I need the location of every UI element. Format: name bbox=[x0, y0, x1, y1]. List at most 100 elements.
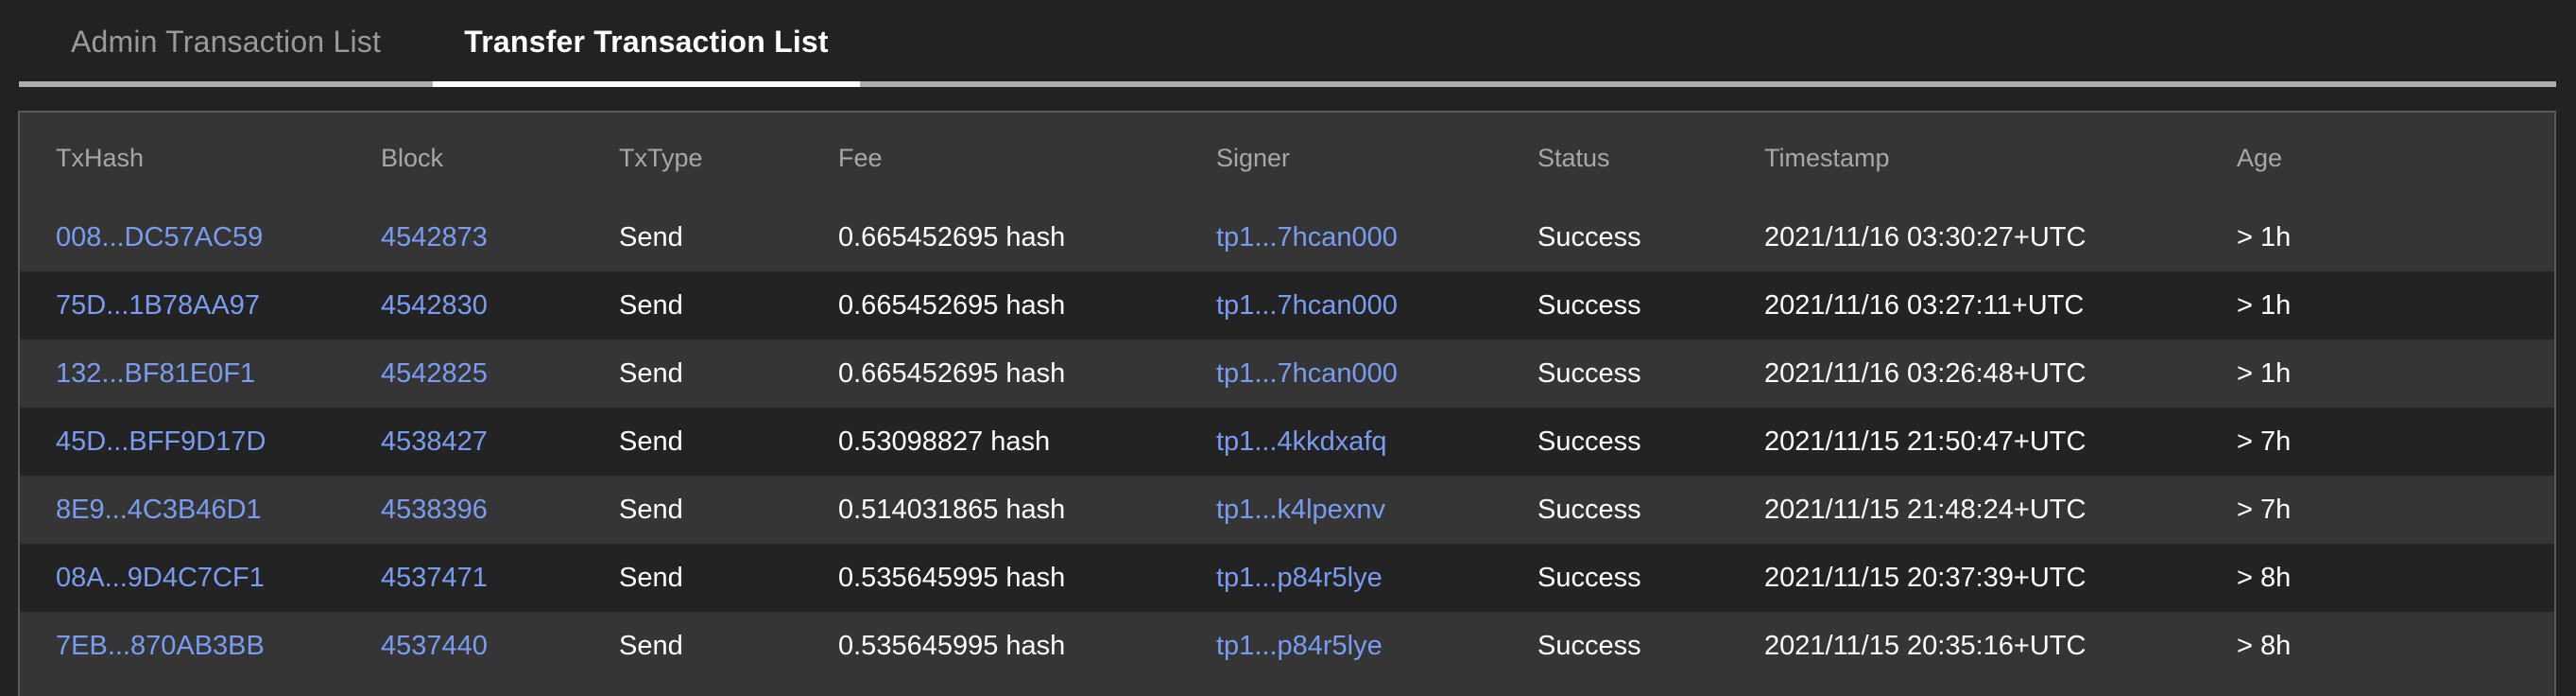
cell-txtype: Send bbox=[619, 630, 683, 661]
block-link[interactable]: 4542825 bbox=[381, 358, 488, 389]
cell-fee: 0.514031865 hash bbox=[838, 494, 1066, 525]
transaction-table-card: TxHash Block TxType Fee Signer Status Ti… bbox=[18, 111, 2556, 696]
cell-block: 4537471 bbox=[381, 544, 619, 612]
cell-block: 4537440 bbox=[381, 612, 619, 680]
txhash-link[interactable]: 8E9...4C3B46D1 bbox=[56, 495, 262, 525]
cell-txtype: Send bbox=[619, 494, 683, 525]
column-header-block[interactable]: Block bbox=[381, 113, 619, 203]
tab-admin-transaction-list-label: Admin Transaction List bbox=[70, 24, 382, 59]
cell-signer: tp1...k4lpexnv bbox=[1216, 476, 1537, 544]
table-header-row: TxHash Block TxType Fee Signer Status Ti… bbox=[20, 113, 2554, 203]
cell-txtype: Send bbox=[619, 562, 683, 593]
table-row[interactable]: 8E9...4C3B46D1 4538396 Send 0.514031865 … bbox=[20, 476, 2554, 544]
cell-timestamp: 2021/11/15 21:48:24+UTC bbox=[1764, 494, 2087, 525]
cell-signer: tp1...7hcan000 bbox=[1216, 339, 1537, 408]
cell-timestamp: 2021/11/16 03:26:48+UTC bbox=[1764, 357, 2087, 389]
cell-age: > 8h bbox=[2237, 562, 2292, 593]
cell-txhash: 45D...BFF9D17D bbox=[20, 408, 381, 476]
table-row[interactable]: 45D...BFF9D17D 4538427 Send 0.53098827 h… bbox=[20, 408, 2554, 476]
cell-txtype: Send bbox=[619, 426, 683, 457]
table-row[interactable]: 132...BF81E0F1 4542825 Send 0.665452695 … bbox=[20, 339, 2554, 408]
cell-status: Success bbox=[1537, 630, 1641, 661]
cell-fee: 0.665452695 hash bbox=[838, 357, 1066, 389]
cell-txhash: 7EB...870AB3BB bbox=[20, 612, 381, 680]
tab-active-indicator bbox=[433, 81, 860, 87]
signer-link[interactable]: tp1...7hcan000 bbox=[1216, 358, 1398, 389]
cell-signer: tp1...4kkdxafq bbox=[1216, 408, 1537, 476]
column-header-timestamp[interactable]: Timestamp bbox=[1764, 113, 2237, 203]
cell-signer: tp1...p84r5lye bbox=[1216, 612, 1537, 680]
cell-txtype: Send bbox=[619, 289, 683, 321]
cell-txhash: 75D...1B78AA97 bbox=[20, 271, 381, 339]
cell-signer: tp1...7hcan000 bbox=[1216, 271, 1537, 339]
cell-status: Success bbox=[1537, 426, 1641, 457]
cell-txhash: 08A...9D4C7CF1 bbox=[20, 544, 381, 612]
cell-age: > 8h bbox=[2237, 630, 2292, 661]
column-header-fee[interactable]: Fee bbox=[838, 113, 1216, 203]
signer-link[interactable]: tp1...4kkdxafq bbox=[1216, 426, 1387, 457]
txhash-link[interactable]: 75D...1B78AA97 bbox=[56, 290, 260, 321]
cell-status: Success bbox=[1537, 357, 1641, 389]
cell-age: > 7h bbox=[2237, 426, 2292, 457]
block-link[interactable]: 4538396 bbox=[381, 495, 488, 525]
cell-timestamp: 2021/11/16 03:27:11+UTC bbox=[1764, 289, 2085, 321]
cell-fee: 0.535645995 hash bbox=[838, 630, 1066, 661]
column-header-status[interactable]: Status bbox=[1537, 113, 1764, 203]
cell-age: > 1h bbox=[2237, 357, 2292, 389]
txhash-link[interactable]: 08A...9D4C7CF1 bbox=[56, 563, 265, 593]
table-row[interactable]: 008...DC57AC59 4542873 Send 0.665452695 … bbox=[20, 203, 2554, 271]
cell-status: Success bbox=[1537, 221, 1641, 252]
cell-timestamp: 2021/11/15 20:35:16+UTC bbox=[1764, 630, 2087, 661]
cell-block: 4538427 bbox=[381, 408, 619, 476]
tab-admin-transaction-list[interactable]: Admin Transaction List bbox=[19, 0, 433, 83]
table-header: TxHash Block TxType Fee Signer Status Ti… bbox=[20, 113, 2554, 203]
cell-age: > 1h bbox=[2237, 221, 2292, 252]
cell-status: Success bbox=[1537, 562, 1641, 593]
signer-link[interactable]: tp1...7hcan000 bbox=[1216, 290, 1398, 321]
cell-timestamp: 2021/11/15 20:37:39+UTC bbox=[1764, 562, 2087, 593]
cell-status: Success bbox=[1537, 289, 1641, 321]
cell-txhash: 8E9...4C3B46D1 bbox=[20, 476, 381, 544]
cell-txtype: Send bbox=[619, 357, 683, 389]
cell-timestamp: 2021/11/16 03:30:27+UTC bbox=[1764, 221, 2087, 252]
txhash-link[interactable]: 008...DC57AC59 bbox=[56, 222, 263, 252]
block-link[interactable]: 4537440 bbox=[381, 631, 488, 661]
table-row[interactable]: 08A...9D4C7CF1 4537471 Send 0.535645995 … bbox=[20, 544, 2554, 612]
tab-bar: Admin Transaction List Transfer Transact… bbox=[0, 0, 2576, 87]
tab-underline-track bbox=[19, 81, 2556, 87]
block-link[interactable]: 4538427 bbox=[381, 426, 488, 457]
signer-link[interactable]: tp1...p84r5lye bbox=[1216, 563, 1382, 593]
tab-transfer-transaction-list[interactable]: Transfer Transaction List bbox=[433, 0, 860, 83]
cell-txtype: Send bbox=[619, 221, 683, 252]
column-header-txtype[interactable]: TxType bbox=[619, 113, 838, 203]
cell-fee: 0.535645995 hash bbox=[838, 562, 1066, 593]
cell-fee: 0.53098827 hash bbox=[838, 426, 1051, 457]
block-link[interactable]: 4537471 bbox=[381, 563, 488, 593]
txhash-link[interactable]: 7EB...870AB3BB bbox=[56, 631, 265, 661]
table-row[interactable]: 75D...1B78AA97 4542830 Send 0.665452695 … bbox=[20, 271, 2554, 339]
tab-transfer-transaction-list-label: Transfer Transaction List bbox=[464, 24, 829, 59]
signer-link[interactable]: tp1...k4lpexnv bbox=[1216, 495, 1385, 525]
block-link[interactable]: 4542830 bbox=[381, 290, 488, 321]
cell-age: > 1h bbox=[2237, 289, 2292, 321]
transaction-list-page: Admin Transaction List Transfer Transact… bbox=[0, 0, 2576, 696]
cell-block: 4542873 bbox=[381, 203, 619, 271]
column-header-txhash[interactable]: TxHash bbox=[20, 113, 381, 203]
cell-txhash: 132...BF81E0F1 bbox=[20, 339, 381, 408]
cell-age: > 7h bbox=[2237, 494, 2292, 525]
column-header-signer[interactable]: Signer bbox=[1216, 113, 1537, 203]
column-header-age[interactable]: Age bbox=[2237, 113, 2554, 203]
cell-block: 4538396 bbox=[381, 476, 619, 544]
cell-txhash: 008...DC57AC59 bbox=[20, 203, 381, 271]
cell-status: Success bbox=[1537, 494, 1641, 525]
table-body: 008...DC57AC59 4542873 Send 0.665452695 … bbox=[20, 203, 2554, 680]
cell-signer: tp1...7hcan000 bbox=[1216, 203, 1537, 271]
signer-link[interactable]: tp1...7hcan000 bbox=[1216, 222, 1398, 252]
signer-link[interactable]: tp1...p84r5lye bbox=[1216, 631, 1382, 661]
txhash-link[interactable]: 132...BF81E0F1 bbox=[56, 358, 255, 389]
cell-block: 4542825 bbox=[381, 339, 619, 408]
table-row[interactable]: 7EB...870AB3BB 4537440 Send 0.535645995 … bbox=[20, 612, 2554, 680]
block-link[interactable]: 4542873 bbox=[381, 222, 488, 252]
cell-signer: tp1...p84r5lye bbox=[1216, 544, 1537, 612]
txhash-link[interactable]: 45D...BFF9D17D bbox=[56, 426, 266, 457]
